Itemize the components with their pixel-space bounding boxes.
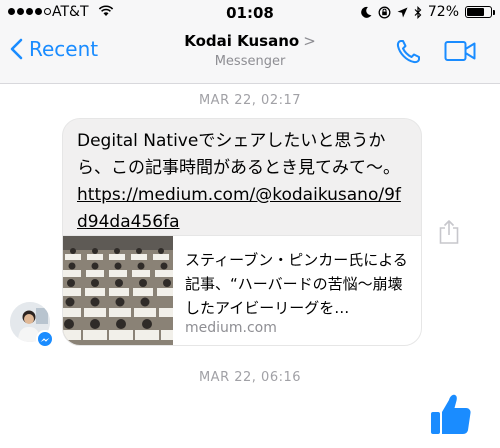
back-button[interactable]: Recent xyxy=(10,37,98,61)
link-preview-thumbnail xyxy=(63,236,173,345)
message-body: Degital Nativeでシェアしたいと思うから、この記事時間があるとき見て… xyxy=(77,131,400,178)
back-button-label: Recent xyxy=(29,37,99,61)
status-bar: AT&T 01:08 72% xyxy=(0,0,500,26)
location-arrow-icon xyxy=(397,7,408,17)
conversation-title[interactable]: Kodai Kusano > Messenger xyxy=(150,32,350,69)
thumbs-up-icon[interactable] xyxy=(430,392,472,436)
rotation-lock-icon xyxy=(378,6,391,18)
message-link[interactable]: https://medium.com/@kodaikusano/9fd94da4… xyxy=(77,185,401,232)
contact-name: Kodai Kusano xyxy=(184,32,300,50)
battery-icon xyxy=(465,6,495,18)
link-preview-card[interactable]: スティーブン・ピンカー氏による記事、“ハーバードの苦悩〜崩壊したアイビーリーグを… xyxy=(63,235,421,345)
message-timestamp: MAR 22, 06:16 xyxy=(198,370,302,385)
moon-icon xyxy=(361,6,372,18)
message-bubble[interactable]: Degital Nativeでシェアしたいと思うから、この記事時間があるとき見て… xyxy=(62,118,422,346)
message-text: Degital Nativeでシェアしたいと思うから、この記事時間があるとき見て… xyxy=(63,119,421,235)
message-timestamp: MAR 22, 02:17 xyxy=(198,93,302,108)
chevron-right-icon: > xyxy=(303,32,316,50)
bluetooth-icon xyxy=(414,5,422,19)
nav-bar: Recent Kodai Kusano > Messenger xyxy=(0,26,500,84)
messenger-badge-icon xyxy=(36,330,54,348)
link-preview-domain: medium.com xyxy=(185,320,277,336)
chevron-left-icon xyxy=(10,38,23,60)
share-icon[interactable] xyxy=(438,219,460,245)
link-preview-title: スティーブン・ピンカー氏による記事、“ハーバードの苦悩〜崩壊したアイビーリーグを… xyxy=(185,251,408,317)
phone-icon[interactable] xyxy=(394,38,422,66)
video-camera-icon[interactable] xyxy=(444,40,476,62)
conversation-subtitle: Messenger xyxy=(214,54,286,69)
battery-percent: 72% xyxy=(427,4,459,20)
